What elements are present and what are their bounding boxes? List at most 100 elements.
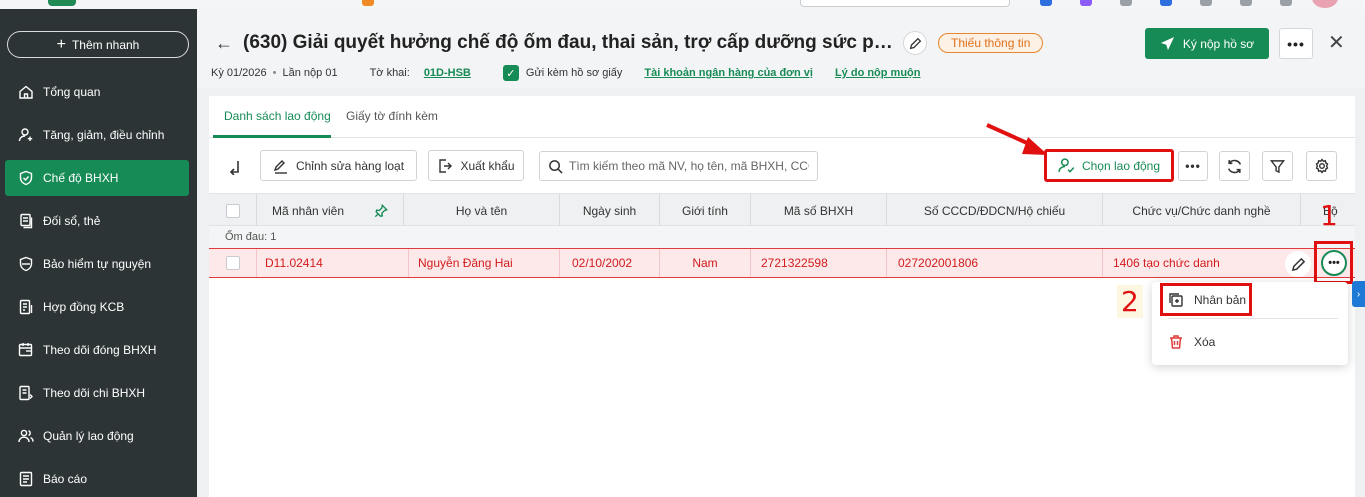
- column-header-id-no[interactable]: Số CCCD/ĐDCN/Hộ chiếu: [887, 194, 1103, 227]
- page-title: (630) Giải quyết hưởng chế độ ốm đau, th…: [243, 32, 893, 53]
- payout-track-icon: [19, 385, 33, 401]
- toolbar-more-button[interactable]: •••: [1178, 151, 1208, 181]
- bulk-edit-icon: [273, 159, 287, 174]
- column-header-position[interactable]: Chức vụ/Chức danh nghề: [1103, 194, 1301, 227]
- export-button[interactable]: Xuất khẩu: [428, 150, 524, 181]
- sidebar-item-label: Bảo hiểm tự nguyện: [43, 257, 152, 271]
- column-header-full-name[interactable]: Họ và tên: [404, 194, 560, 227]
- close-icon[interactable]: ✕: [1328, 30, 1345, 55]
- attach-paper-label: Gửi kèm hồ sơ giấy: [525, 67, 623, 79]
- app-icon-grey[interactable]: [1120, 0, 1132, 6]
- sort-button[interactable]: [223, 151, 247, 182]
- tab-bar: Danh sách lao động Giấy tờ đính kèm: [209, 96, 1355, 138]
- refresh-button[interactable]: [1219, 151, 1250, 181]
- sidebar-item-benefits[interactable]: Chế độ BHXH: [5, 160, 189, 196]
- more-horizontal-icon: •••: [1185, 159, 1201, 173]
- row-checkbox[interactable]: [225, 256, 240, 270]
- users-icon: [18, 429, 34, 443]
- form-code-link[interactable]: 01D-HSB: [424, 67, 471, 79]
- select-all-cell: [209, 194, 257, 227]
- contract-icon: [19, 299, 33, 315]
- pencil-icon: [909, 37, 921, 49]
- sidebar-item-voluntary[interactable]: Bảo hiểm tự nguyện: [5, 246, 189, 282]
- select-all-checkbox[interactable]: [225, 203, 240, 218]
- sidebar-item-label: Theo dõi đóng BHXH: [43, 343, 157, 357]
- step-2-highlight: [1160, 283, 1252, 316]
- row-select-cell: [209, 249, 257, 277]
- column-header-gender[interactable]: Giới tính: [660, 194, 751, 227]
- menu-item-label: Xóa: [1194, 335, 1216, 349]
- bank-account-link[interactable]: Tài khoản ngân hàng của đơn vị: [644, 67, 813, 79]
- sidebar-item-adjust[interactable]: Tăng, giảm, điều chỉnh: [5, 117, 189, 153]
- edit-title-button[interactable]: [903, 31, 927, 55]
- period-label: Kỳ 01/2026: [211, 67, 267, 79]
- global-search-input[interactable]: [800, 0, 1010, 7]
- sidebar-item-reports[interactable]: Báo cáo: [5, 461, 189, 497]
- side-panel-toggle[interactable]: ›: [1352, 281, 1365, 307]
- pencil-icon: [1291, 257, 1305, 271]
- settings-icon[interactable]: [1280, 0, 1292, 6]
- tab-attachments[interactable]: Giấy tờ đính kèm: [346, 109, 438, 123]
- chevron-right-icon: ›: [1356, 288, 1361, 300]
- help-icon[interactable]: [1240, 0, 1252, 6]
- column-header-insurance-no[interactable]: Mã số BHXH: [751, 194, 887, 227]
- bulk-edit-button[interactable]: Chỉnh sửa hàng loạt: [260, 150, 417, 181]
- menu-divider: [1168, 318, 1338, 319]
- choose-employee-button[interactable]: Chọn lao động: [1044, 149, 1174, 182]
- app-icon-purple[interactable]: [1080, 0, 1092, 6]
- chat-icon[interactable]: [1160, 0, 1172, 6]
- filter-button[interactable]: [1262, 151, 1293, 181]
- column-header-employee-code[interactable]: Mã nhân viên: [257, 194, 404, 227]
- sign-submit-label: Ký nộp hồ sơ: [1182, 36, 1255, 51]
- column-header-dob[interactable]: Ngày sinh: [560, 194, 660, 227]
- sign-submit-button[interactable]: Ký nộp hồ sơ: [1145, 28, 1269, 59]
- sidebar-item-card[interactable]: Đối sổ, thẻ: [5, 203, 189, 239]
- report-icon: [19, 471, 33, 487]
- cell-employee-code: D11.02414: [257, 249, 409, 277]
- sidebar-item-overview[interactable]: Tổng quan: [5, 74, 189, 110]
- sidebar-item-track-payout[interactable]: Theo dõi chi BHXH: [5, 375, 189, 411]
- more-horizontal-icon: •••: [1328, 257, 1340, 269]
- pin-icon[interactable]: [374, 203, 388, 218]
- sidebar-item-track-pay[interactable]: Theo dõi đóng BHXH: [5, 332, 189, 368]
- plus-icon: +: [56, 35, 66, 53]
- more-options-button[interactable]: •••: [1279, 28, 1313, 59]
- quick-add-button[interactable]: + Thêm nhanh: [7, 31, 189, 58]
- sidebar-item-employees[interactable]: Quản lý lao động: [5, 418, 189, 454]
- refresh-icon: [1227, 159, 1242, 173]
- back-arrow-icon[interactable]: ←: [215, 33, 233, 54]
- bell-icon[interactable]: [1200, 0, 1212, 6]
- late-reason-link[interactable]: Lý do nộp muộn: [835, 67, 921, 79]
- submission-count: Lần nộp 01: [282, 67, 338, 79]
- sidebar-item-label: Hợp đồng KCB: [43, 300, 125, 314]
- page-header: ← (630) Giải quyết hưởng chế độ ốm đau, …: [197, 9, 1365, 88]
- step-2-number: 2: [1117, 285, 1143, 318]
- column-settings-button[interactable]: [1306, 151, 1337, 181]
- calendar-track-icon: [18, 343, 33, 357]
- column-header-label: Mã nhân viên: [271, 203, 345, 218]
- tab-employee-list[interactable]: Danh sách lao động: [224, 109, 331, 123]
- form-label: Tờ khai:: [369, 67, 410, 79]
- cell-full-name: Nguyễn Đăng Hai: [409, 249, 560, 277]
- avatar[interactable]: [1312, 0, 1338, 8]
- employee-search-box[interactable]: [539, 151, 818, 181]
- app-logo: [48, 0, 76, 6]
- sidebar-item-label: Chế độ BHXH: [43, 171, 119, 185]
- sidebar-item-label: Theo dõi chi BHXH: [43, 386, 146, 400]
- sidebar-item-label: Đối sổ, thẻ: [43, 214, 101, 228]
- row-edit-button[interactable]: [1285, 251, 1311, 277]
- app-icon-blue[interactable]: [1040, 0, 1052, 6]
- employee-search-input[interactable]: [569, 159, 809, 173]
- cell-position: 1406 tạo chức danh: [1113, 256, 1220, 270]
- menu-item-delete[interactable]: Xóa: [1152, 324, 1348, 360]
- submission-meta: Kỳ 01/2026 • Lần nộp 01 Tờ khai: 01D-HSB…: [211, 65, 921, 81]
- table-row[interactable]: D11.02414 Nguyễn Đăng Hai 02/10/2002 Nam…: [209, 248, 1355, 278]
- notification-icon[interactable]: [362, 0, 374, 6]
- card-icon: [20, 213, 33, 229]
- bulk-edit-label: Chỉnh sửa hàng loạt: [295, 158, 405, 173]
- row-more-button[interactable]: •••: [1321, 250, 1347, 276]
- cell-dob: 02/10/2002: [560, 249, 660, 277]
- step-2-label: 2: [1117, 285, 1143, 318]
- attach-paper-checkbox[interactable]: ✓: [502, 65, 519, 81]
- sidebar-item-contract[interactable]: Hợp đồng KCB: [5, 289, 189, 325]
